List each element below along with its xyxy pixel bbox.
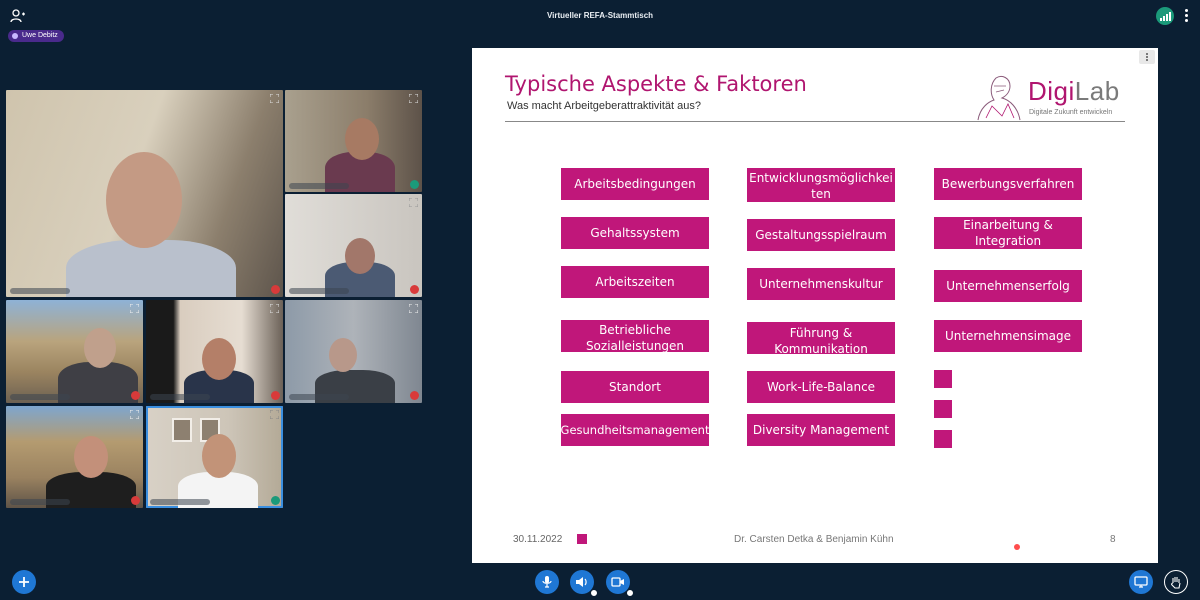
screen-share-button[interactable] (1129, 570, 1153, 594)
expand-icon[interactable] (130, 304, 139, 313)
raise-hand-icon (1171, 577, 1181, 589)
logo-tagline: Digitale Zukunft entwickeln (1029, 109, 1113, 116)
slide-page-number: 8 (1110, 534, 1116, 545)
participant-name-bar (10, 499, 70, 505)
mic-icon (12, 33, 18, 39)
digilab-logo-figure-icon (977, 75, 1021, 121)
mic-on-icon (271, 496, 280, 505)
connection-status-icon[interactable] (1156, 7, 1174, 25)
aspect-box: Gehaltssystem (561, 217, 709, 249)
participant-head (202, 434, 236, 478)
mic-on-icon (410, 180, 419, 189)
participant-head (74, 436, 108, 478)
aspect-box: Standort (561, 371, 709, 403)
mic-muted-icon (271, 285, 280, 294)
video-tile-2[interactable] (285, 90, 422, 192)
aspect-box: Work-Life-Balance (747, 371, 895, 403)
audio-button[interactable] (570, 570, 598, 597)
participant-head (202, 338, 236, 380)
audio-options-indicator[interactable] (590, 589, 598, 597)
expand-icon[interactable] (130, 410, 139, 419)
video-tile-6[interactable] (285, 300, 422, 403)
aspect-box: Betriebliche Sozialleistungen (561, 320, 709, 352)
presentation-menu-icon[interactable] (1139, 50, 1155, 64)
expand-icon[interactable] (270, 304, 279, 313)
aspect-box: Arbeitszeiten (561, 266, 709, 298)
footer-square-marker (577, 534, 587, 544)
participant-name-bar (150, 499, 210, 505)
participant-name-bar (10, 288, 70, 294)
mic-muted-icon (131, 496, 140, 505)
raise-hand-button[interactable] (1164, 570, 1188, 594)
plus-icon (19, 577, 29, 587)
participant-head (345, 238, 375, 274)
participant-head (84, 328, 116, 368)
screen-share-icon (1134, 576, 1148, 588)
meeting-title: Virtueller REFA-Stammtisch (546, 11, 654, 20)
aspect-box: Einarbeitung & Integration (934, 217, 1082, 249)
talking-user-name: Uwe Debitz (22, 32, 58, 39)
expand-icon[interactable] (409, 198, 418, 207)
empty-square-marker (934, 400, 952, 418)
participant-body (58, 362, 138, 403)
camera-icon (611, 577, 624, 587)
logo-digi: Digi (1028, 76, 1075, 106)
slide-date: 30.11.2022 (513, 534, 563, 545)
aspect-box: Unternehmenskultur (747, 268, 895, 300)
slide-divider (505, 121, 1125, 122)
slide-authors: Dr. Carsten Detka & Benjamin Kühn (734, 534, 894, 545)
talking-indicator[interactable]: Uwe Debitz (8, 30, 64, 42)
mic-muted-icon (410, 391, 419, 400)
expand-icon[interactable] (270, 410, 279, 419)
participant-head (106, 152, 182, 248)
mic-muted-icon (271, 391, 280, 400)
aspect-box: Bewerbungsverfahren (934, 168, 1082, 200)
video-tile-3[interactable] (285, 194, 422, 297)
video-tile-8-active-speaker[interactable] (146, 406, 283, 508)
microphone-icon (542, 576, 552, 588)
logo-lab: Lab (1074, 76, 1120, 106)
mic-muted-icon (410, 285, 419, 294)
aspect-box: Führung & Kommunikation (747, 322, 895, 354)
empty-square-marker (934, 370, 952, 388)
expand-icon[interactable] (270, 94, 279, 103)
camera-options-indicator[interactable] (626, 589, 634, 597)
video-tile-5[interactable] (146, 300, 283, 403)
slide-title: Typische Aspekte & Faktoren (505, 72, 807, 96)
expand-icon[interactable] (409, 304, 418, 313)
mic-muted-icon (131, 391, 140, 400)
participant-head (329, 338, 357, 372)
camera-button[interactable] (606, 570, 634, 597)
aspect-box: Gestaltungsspielraum (747, 219, 895, 251)
empty-square-marker (934, 430, 952, 448)
aspect-box: Diversity Management (747, 414, 895, 446)
presentation-slide[interactable]: Typische Aspekte & Faktoren Was macht Ar… (472, 48, 1158, 563)
participant-name-bar (289, 288, 349, 294)
video-tile-4[interactable] (6, 300, 143, 403)
participant-head (345, 118, 379, 160)
aspect-box: Gesundheitsmanagement (561, 414, 709, 446)
digilab-logo: DigiLab (1028, 76, 1120, 107)
slide-subtitle: Was macht Arbeitgeberattraktivität aus? (507, 100, 702, 112)
aspect-box: Unternehmensimage (934, 320, 1082, 352)
expand-icon[interactable] (409, 94, 418, 103)
menu-icon[interactable] (1183, 8, 1189, 24)
participant-name-bar (289, 183, 349, 189)
participant-name-bar (289, 394, 349, 400)
picture-frame (172, 418, 192, 442)
participant-name-bar (150, 394, 210, 400)
participant-body (66, 240, 236, 297)
microphone-button[interactable] (535, 570, 559, 594)
video-tile-main[interactable] (6, 90, 283, 297)
aspect-box: Entwicklungsmöglichkeiten (747, 168, 895, 202)
aspect-box: Arbeitsbedingungen (561, 168, 709, 200)
speaker-icon (576, 577, 587, 587)
participant-name-bar (10, 394, 70, 400)
actions-button[interactable] (12, 570, 36, 594)
laser-pointer (1014, 544, 1020, 550)
aspect-box: Unternehmenserfolg (934, 270, 1082, 302)
video-tile-7[interactable] (6, 406, 143, 508)
